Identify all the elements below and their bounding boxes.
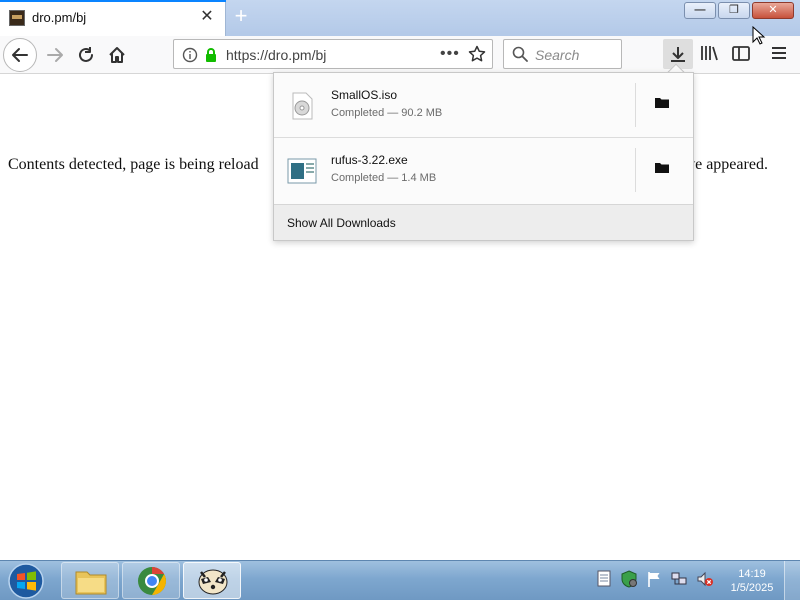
- library-icon[interactable]: [698, 40, 720, 66]
- download-item[interactable]: SmallOS.iso Completed — 90.2 MB: [274, 73, 693, 138]
- home-button[interactable]: [102, 40, 132, 70]
- system-clock[interactable]: 14:19 1/5/2025: [722, 567, 782, 595]
- show-all-downloads-button[interactable]: Show All Downloads: [274, 204, 693, 240]
- open-folder-icon[interactable]: [654, 160, 670, 176]
- taskbar: 14:19 1/5/2025: [0, 560, 800, 600]
- executable-icon: [287, 158, 317, 184]
- downloads-button[interactable]: [663, 39, 693, 69]
- show-desktop-button[interactable]: [784, 561, 800, 600]
- sidebar-icon[interactable]: [728, 40, 754, 66]
- close-icon: ✕: [768, 4, 778, 16]
- page-message-left: Contents detected, page is being reload: [8, 156, 259, 173]
- action-center-flag-icon[interactable]: [646, 569, 662, 589]
- search-input[interactable]: Search: [503, 39, 622, 69]
- disc-image-icon: [292, 92, 313, 120]
- download-status: Completed — 90.2 MB: [331, 107, 443, 119]
- url-bar[interactable]: https://dro.pm/bj •••: [173, 39, 493, 69]
- document-icon[interactable]: [596, 569, 612, 589]
- page-actions-icon[interactable]: •••: [440, 45, 460, 63]
- home-icon: [109, 47, 125, 63]
- download-status: Completed — 1.4 MB: [331, 172, 437, 184]
- show-all-downloads-label: Show All Downloads: [287, 216, 396, 230]
- tab-title: dro.pm/bj: [32, 10, 87, 25]
- taskbar-firefox[interactable]: [183, 562, 241, 599]
- taskbar-file-explorer[interactable]: [61, 562, 119, 599]
- title-bar: dro.pm/bj ✕ + — ❐ ✕: [0, 0, 800, 36]
- folder-icon: [75, 571, 107, 595]
- network-icon[interactable]: [670, 569, 688, 589]
- lock-icon: [206, 48, 216, 62]
- system-tray: [596, 569, 714, 589]
- search-icon: [512, 46, 528, 62]
- downloads-panel: SmallOS.iso Completed — 90.2 MB rufus-3.…: [273, 72, 694, 241]
- download-item[interactable]: rufus-3.22.exe Completed — 1.4 MB: [274, 138, 693, 203]
- forward-button[interactable]: [40, 40, 70, 70]
- volume-muted-icon[interactable]: [696, 569, 714, 589]
- minimize-button[interactable]: —: [684, 2, 716, 19]
- tab-active[interactable]: dro.pm/bj ✕: [0, 0, 226, 36]
- search-placeholder: Search: [535, 47, 580, 63]
- reload-button[interactable]: [71, 40, 101, 70]
- chrome-icon: [138, 567, 166, 595]
- minimize-icon: —: [694, 4, 706, 16]
- security-shield-icon[interactable]: [620, 569, 638, 589]
- restore-button[interactable]: ❐: [718, 2, 750, 19]
- taskbar-chrome[interactable]: [122, 562, 180, 599]
- divider: [635, 148, 636, 192]
- mouse-cursor-icon: [752, 26, 766, 45]
- download-filename: SmallOS.iso: [331, 88, 398, 102]
- download-arrow-icon: [671, 47, 685, 62]
- raccoon-icon: [198, 569, 228, 595]
- divider: [635, 83, 636, 127]
- restore-icon: ❐: [729, 4, 739, 16]
- new-tab-button[interactable]: +: [230, 4, 252, 28]
- clock-date: 1/5/2025: [730, 582, 774, 594]
- download-filename: rufus-3.22.exe: [331, 153, 408, 167]
- reload-icon: [79, 47, 93, 62]
- bookmark-star-icon[interactable]: [468, 45, 486, 63]
- info-icon[interactable]: [182, 47, 198, 63]
- site-favicon-icon: [9, 10, 25, 26]
- open-folder-icon[interactable]: [654, 95, 670, 111]
- back-button[interactable]: [3, 38, 37, 72]
- arrow-left-icon: [12, 48, 28, 62]
- close-window-button[interactable]: ✕: [752, 2, 794, 19]
- arrow-right-icon: [47, 48, 63, 62]
- url-text: https://dro.pm/bj: [226, 47, 327, 63]
- start-button-icon[interactable]: [6, 562, 46, 600]
- window-controls: — ❐ ✕: [684, 2, 794, 20]
- hamburger-menu-icon[interactable]: [766, 40, 792, 66]
- clock-time: 14:19: [738, 568, 766, 580]
- tab-close-icon[interactable]: ✕: [198, 8, 216, 26]
